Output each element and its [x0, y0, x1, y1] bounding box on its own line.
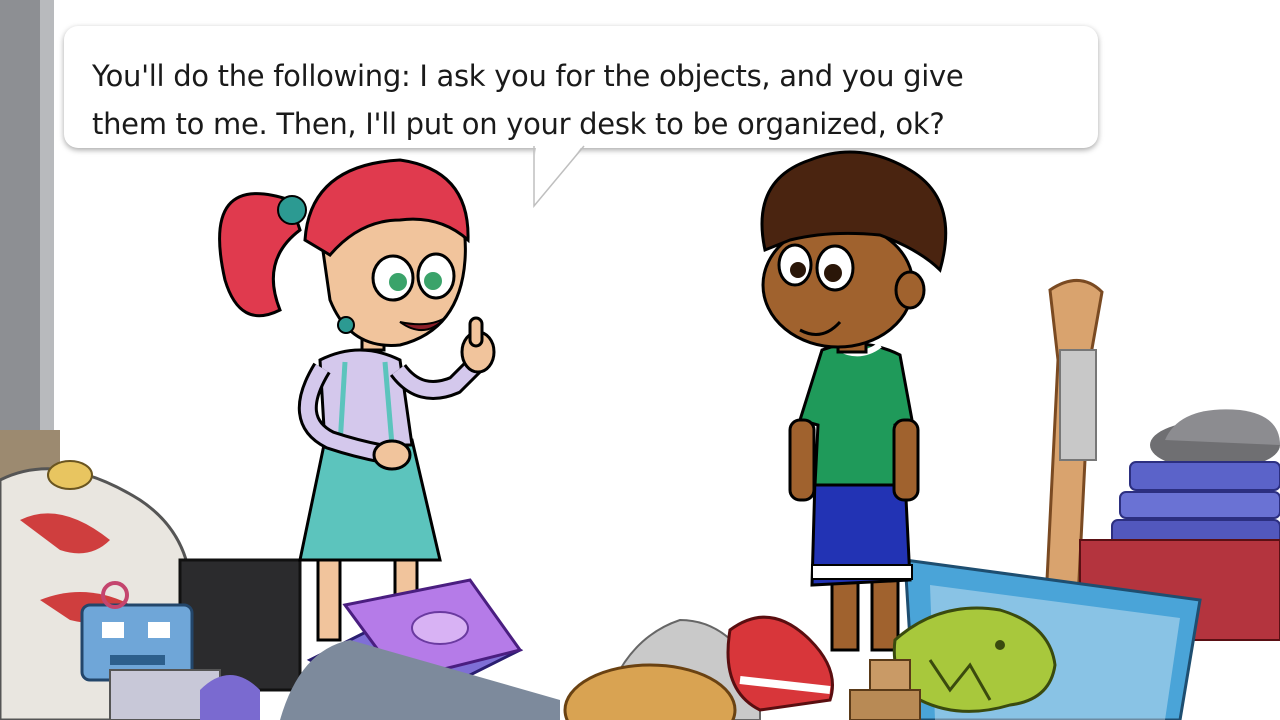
dialog-line-2: them to me. Then, I'll put on your desk …: [92, 107, 945, 141]
speech-bubble: You'll do the following: I ask you for t…: [64, 26, 1098, 208]
purple-box-left: [109, 669, 260, 720]
speech-bubble-tail: [533, 144, 585, 208]
wood-blocks: [849, 659, 921, 720]
wall-left: [0, 0, 60, 490]
sneaker: [726, 615, 834, 712]
dialog-text: You'll do the following: I ask you for t…: [92, 52, 1082, 148]
hat: [1150, 409, 1280, 470]
dialog-line-1: You'll do the following: I ask you for t…: [92, 59, 964, 93]
